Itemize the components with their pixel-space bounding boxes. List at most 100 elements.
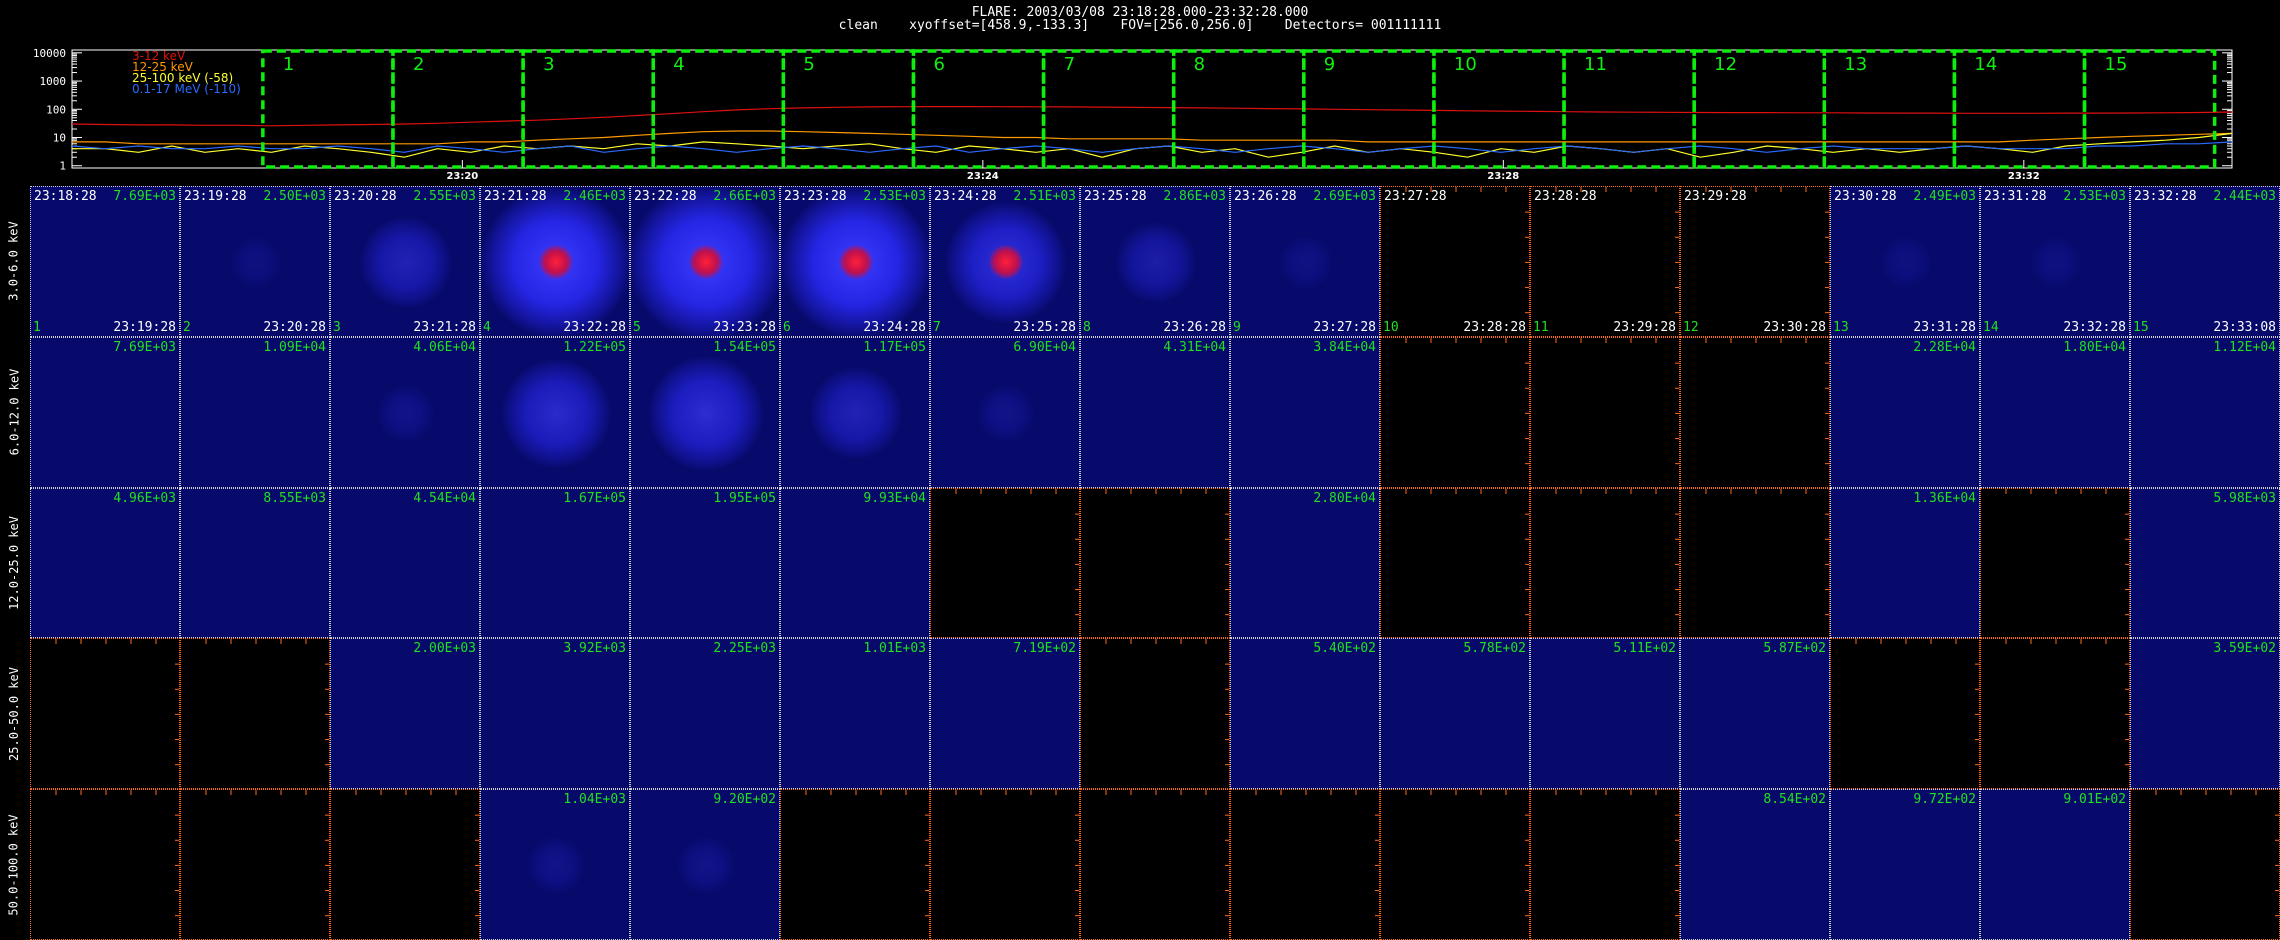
image-cell[interactable]: 23:32:28 2.44E+03 15 23:33:08 [2130,186,2280,337]
image-cell[interactable]: 1.22E+05 [480,336,630,488]
empty-image-cell[interactable] [1980,487,2130,639]
empty-image-cell[interactable] [1680,487,1830,639]
empty-image-cell[interactable] [930,789,1080,940]
empty-image-cell[interactable] [1980,638,2130,790]
image-cell[interactable]: 1.80E+04 [1980,336,2130,488]
interval-end-time: 23:32:28 [2063,319,2126,335]
empty-image-cell[interactable] [2130,789,2280,940]
image-cell[interactable]: 9.72E+02 [1830,789,1980,940]
empty-image-cell[interactable] [930,487,1080,639]
empty-image-cell[interactable] [1080,789,1230,940]
empty-image-cell[interactable] [1080,638,1230,790]
image-cell[interactable]: 23:21:28 2.46E+03 4 23:22:28 [480,186,630,337]
image-cell[interactable]: 4.96E+03 [30,487,180,639]
source-emission [648,355,764,471]
empty-image-cell[interactable] [780,789,930,940]
image-cell[interactable]: 23:20:28 2.55E+03 3 23:21:28 [330,186,480,337]
interval-index: 6 [783,319,791,335]
interval-start-time: 23:32:28 [2134,189,2197,204]
image-cell[interactable]: 2.28E+04 [1830,336,1980,488]
image-cell[interactable]: 1.01E+03 [780,638,930,790]
interval-start-time: 23:27:28 [1384,189,1447,204]
image-cell[interactable]: 1.54E+05 [630,336,780,488]
image-cell[interactable]: 2.00E+03 [330,638,480,790]
image-cell[interactable]: 23:19:28 2.50E+03 2 23:20:28 [180,186,330,337]
image-cell[interactable]: 23:22:28 2.66E+03 5 23:23:28 [630,186,780,337]
image-cell[interactable]: 9.93E+04 [780,487,930,639]
image-cell[interactable]: 5.40E+02 [1230,638,1380,790]
empty-image-cell[interactable] [1830,638,1980,790]
empty-image-cell[interactable] [1530,789,1680,940]
source-emission [230,236,282,289]
empty-image-cell[interactable] [1680,336,1830,488]
empty-image-cell[interactable] [330,789,480,940]
interval-label: 13 [1844,54,1867,75]
image-cell[interactable]: 2.25E+03 [630,638,780,790]
empty-image-cell[interactable] [30,638,180,790]
image-cell[interactable]: 2.80E+04 [1230,487,1380,639]
empty-image-cell[interactable] [1530,487,1680,639]
source-emission [977,384,1035,442]
interval-start-time: 23:23:28 [784,189,847,204]
image-cell[interactable]: 5.11E+02 [1530,638,1680,790]
empty-image-cell[interactable] [1230,789,1380,940]
image-cell[interactable]: 1.95E+05 [630,487,780,639]
image-cell[interactable]: 5.98E+03 [2130,487,2280,639]
image-cell[interactable]: 23:23:28 2.53E+03 6 23:24:28 [780,186,930,337]
image-max-value: 1.01E+03 [863,641,926,657]
empty-image-cell[interactable] [1380,789,1530,940]
empty-image-cell[interactable]: 23:29:28 12 23:30:28 [1680,186,1830,337]
image-cell[interactable]: 23:31:28 2.53E+03 14 23:32:28 [1980,186,2130,337]
empty-image-cell[interactable] [1530,336,1680,488]
energy-band-text: 25.0-50.0 keV [7,666,22,761]
image-cell[interactable]: 8.55E+03 [180,487,330,639]
energy-band-label: 3.0-6.0 keV [4,186,24,337]
image-cell[interactable]: 23:30:28 2.49E+03 13 23:31:28 [1830,186,1980,337]
image-cell[interactable]: 4.06E+04 [330,336,480,488]
image-cell[interactable]: 3.92E+03 [480,638,630,790]
image-cell[interactable]: 4.54E+04 [330,487,480,639]
image-cell[interactable]: 9.01E+02 [1980,789,2130,940]
interval-label: 8 [1194,54,1205,75]
axis-ticks [1555,488,1679,615]
empty-image-cell[interactable]: 23:28:28 11 23:29:28 [1530,186,1680,337]
empty-image-cell[interactable]: 23:27:28 10 23:28:28 [1380,186,1530,337]
image-cell[interactable]: 1.12E+04 [2130,336,2280,488]
image-cell[interactable]: 6.90E+04 [930,336,1080,488]
interval-index: 14 [1983,319,1999,335]
image-cell[interactable]: 7.69E+03 [30,336,180,488]
image-cell[interactable]: 4.31E+04 [1080,336,1230,488]
image-cell[interactable]: 5.87E+02 [1680,638,1830,790]
image-max-value: 1.17E+05 [863,339,926,355]
interval-index: 11 [1533,319,1549,335]
image-cell[interactable]: 23:24:28 2.51E+03 7 23:25:28 [930,186,1080,337]
image-cell[interactable]: 3.59E+02 [2130,638,2280,790]
empty-image-cell[interactable] [1380,487,1530,639]
image-grid: 3.0-6.0 keV 23:18:28 7.69E+03 1 23:19:28 23:1… [0,186,2280,940]
image-cell[interactable]: 5.78E+02 [1380,638,1530,790]
energy-band-label: 50.0-100.0 keV [4,789,24,940]
empty-image-cell[interactable] [1380,336,1530,488]
image-cell[interactable]: 1.09E+04 [180,336,330,488]
empty-image-cell[interactable] [180,789,330,940]
image-cell[interactable]: 23:25:28 2.86E+03 8 23:26:28 [1080,186,1230,337]
image-cell[interactable]: 8.54E+02 [1680,789,1830,940]
image-cell[interactable]: 9.20E+02 [630,789,780,940]
empty-image-cell[interactable] [30,789,180,940]
energy-band-text: 12.0-25.0 keV [7,516,22,610]
image-cell[interactable]: 23:26:28 2.69E+03 9 23:27:28 [1230,186,1380,337]
image-cell[interactable]: 1.67E+05 [480,487,630,639]
image-cell[interactable]: 1.17E+05 [780,336,930,488]
interval-start-time: 23:30:28 [1834,189,1897,204]
axis-ticks [55,790,179,917]
image-cell[interactable]: 7.19E+02 [930,638,1080,790]
empty-image-cell[interactable] [1080,487,1230,639]
empty-image-cell[interactable] [180,638,330,790]
axis-ticks [955,488,1079,615]
image-cell[interactable]: 1.36E+04 [1830,487,1980,639]
axis-ticks [2155,790,2279,917]
image-max-value: 5.11E+02 [1613,641,1676,657]
image-cell[interactable]: 3.84E+04 [1230,336,1380,488]
image-cell[interactable]: 23:18:28 7.69E+03 1 23:19:28 [30,186,180,337]
image-cell[interactable]: 1.04E+03 [480,789,630,940]
